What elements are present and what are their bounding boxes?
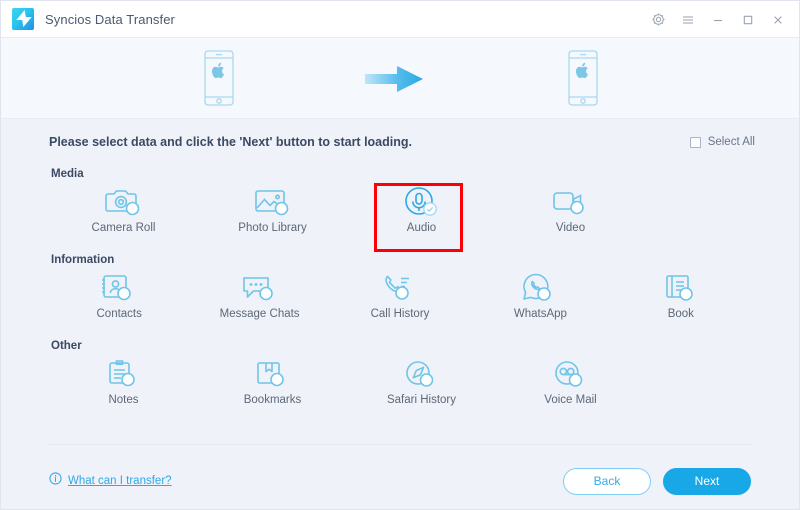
data-item-label: Camera Roll	[92, 221, 156, 235]
data-item-call-history[interactable]: Call History	[330, 268, 470, 330]
select-all-checkbox[interactable]	[690, 137, 701, 148]
instruction-text: Please select data and click the 'Next' …	[49, 135, 412, 149]
select-all-label: Select All	[708, 136, 755, 148]
data-item-contacts[interactable]: Contacts	[49, 268, 189, 330]
data-item-label: Bookmarks	[244, 393, 302, 407]
data-item-book[interactable]: Book	[611, 268, 751, 330]
section-title-information: Information	[51, 254, 751, 266]
media-grid: Camera Roll Photo Library	[49, 182, 751, 244]
data-item-label: Notes	[108, 393, 138, 407]
device-transfer-banner	[1, 38, 799, 119]
whatsapp-icon	[520, 268, 560, 306]
data-item-label: Book	[668, 307, 694, 321]
voicemail-icon	[551, 354, 591, 392]
bookmark-icon	[253, 354, 293, 392]
data-item-label: Audio	[407, 221, 436, 235]
footer-buttons: Back Next	[563, 468, 751, 495]
data-item-notes[interactable]: Notes	[49, 354, 198, 416]
data-item-camera-roll[interactable]: Camera Roll	[49, 182, 198, 244]
info-icon	[49, 472, 62, 490]
data-item-label: Safari History	[387, 393, 456, 407]
data-item-label: Contacts	[97, 307, 142, 321]
footer-bar: What can I transfer? Back Next	[1, 453, 799, 509]
syncios-logo-icon	[12, 8, 34, 30]
maximize-icon[interactable]	[733, 6, 763, 34]
section-media: Media Camera Roll	[49, 168, 751, 244]
window-controls	[643, 1, 793, 38]
arrow-right-icon	[363, 64, 425, 94]
data-item-label: Photo Library	[238, 221, 306, 235]
information-grid: Contacts Message Chats	[49, 268, 751, 330]
book-icon	[661, 268, 701, 306]
data-item-video[interactable]: Video	[496, 182, 645, 244]
microphone-icon	[402, 182, 442, 220]
help-link-group[interactable]: What can I transfer?	[49, 472, 172, 490]
data-item-label: Voice Mail	[544, 393, 596, 407]
source-device-icon	[202, 50, 236, 106]
data-item-label: Video	[556, 221, 585, 235]
section-information: Information Contacts	[49, 254, 751, 330]
phone-call-icon	[380, 268, 420, 306]
data-item-message-chats[interactable]: Message Chats	[189, 268, 329, 330]
video-camera-icon	[551, 182, 591, 220]
title-bar: Syncios Data Transfer	[1, 1, 799, 38]
section-title-other: Other	[51, 340, 751, 352]
section-other: Other Notes	[49, 340, 751, 416]
target-device-icon	[566, 50, 600, 106]
section-title-media: Media	[51, 168, 751, 180]
data-item-voice-mail[interactable]: Voice Mail	[496, 354, 645, 416]
data-item-bookmarks[interactable]: Bookmarks	[198, 354, 347, 416]
data-item-whatsapp[interactable]: WhatsApp	[470, 268, 610, 330]
close-icon[interactable]	[763, 6, 793, 34]
other-grid: Notes Bookmarks	[49, 354, 751, 416]
chat-bubble-icon	[240, 268, 280, 306]
instruction-row: Please select data and click the 'Next' …	[1, 119, 799, 165]
back-button[interactable]: Back	[563, 468, 651, 495]
camera-icon	[104, 182, 144, 220]
next-button[interactable]: Next	[663, 468, 751, 495]
data-item-audio[interactable]: Audio	[347, 182, 496, 244]
gear-icon[interactable]	[643, 6, 673, 34]
data-item-photo-library[interactable]: Photo Library	[198, 182, 347, 244]
minimize-icon[interactable]	[703, 6, 733, 34]
data-type-sections: Media Camera Roll	[1, 168, 799, 416]
footer-divider	[49, 444, 751, 445]
application-window: Syncios Data Transfer	[0, 0, 800, 510]
contact-card-icon	[99, 268, 139, 306]
notes-icon	[104, 354, 144, 392]
hamburger-menu-icon[interactable]	[673, 6, 703, 34]
data-item-label: Call History	[371, 307, 430, 321]
what-can-i-transfer-link[interactable]: What can I transfer?	[68, 475, 172, 487]
data-item-safari-history[interactable]: Safari History	[347, 354, 496, 416]
app-title: Syncios Data Transfer	[45, 12, 175, 27]
select-all-control[interactable]: Select All	[690, 136, 755, 148]
data-item-label: WhatsApp	[514, 307, 567, 321]
data-item-label: Message Chats	[220, 307, 300, 321]
safari-compass-icon	[402, 354, 442, 392]
photo-library-icon	[253, 182, 293, 220]
